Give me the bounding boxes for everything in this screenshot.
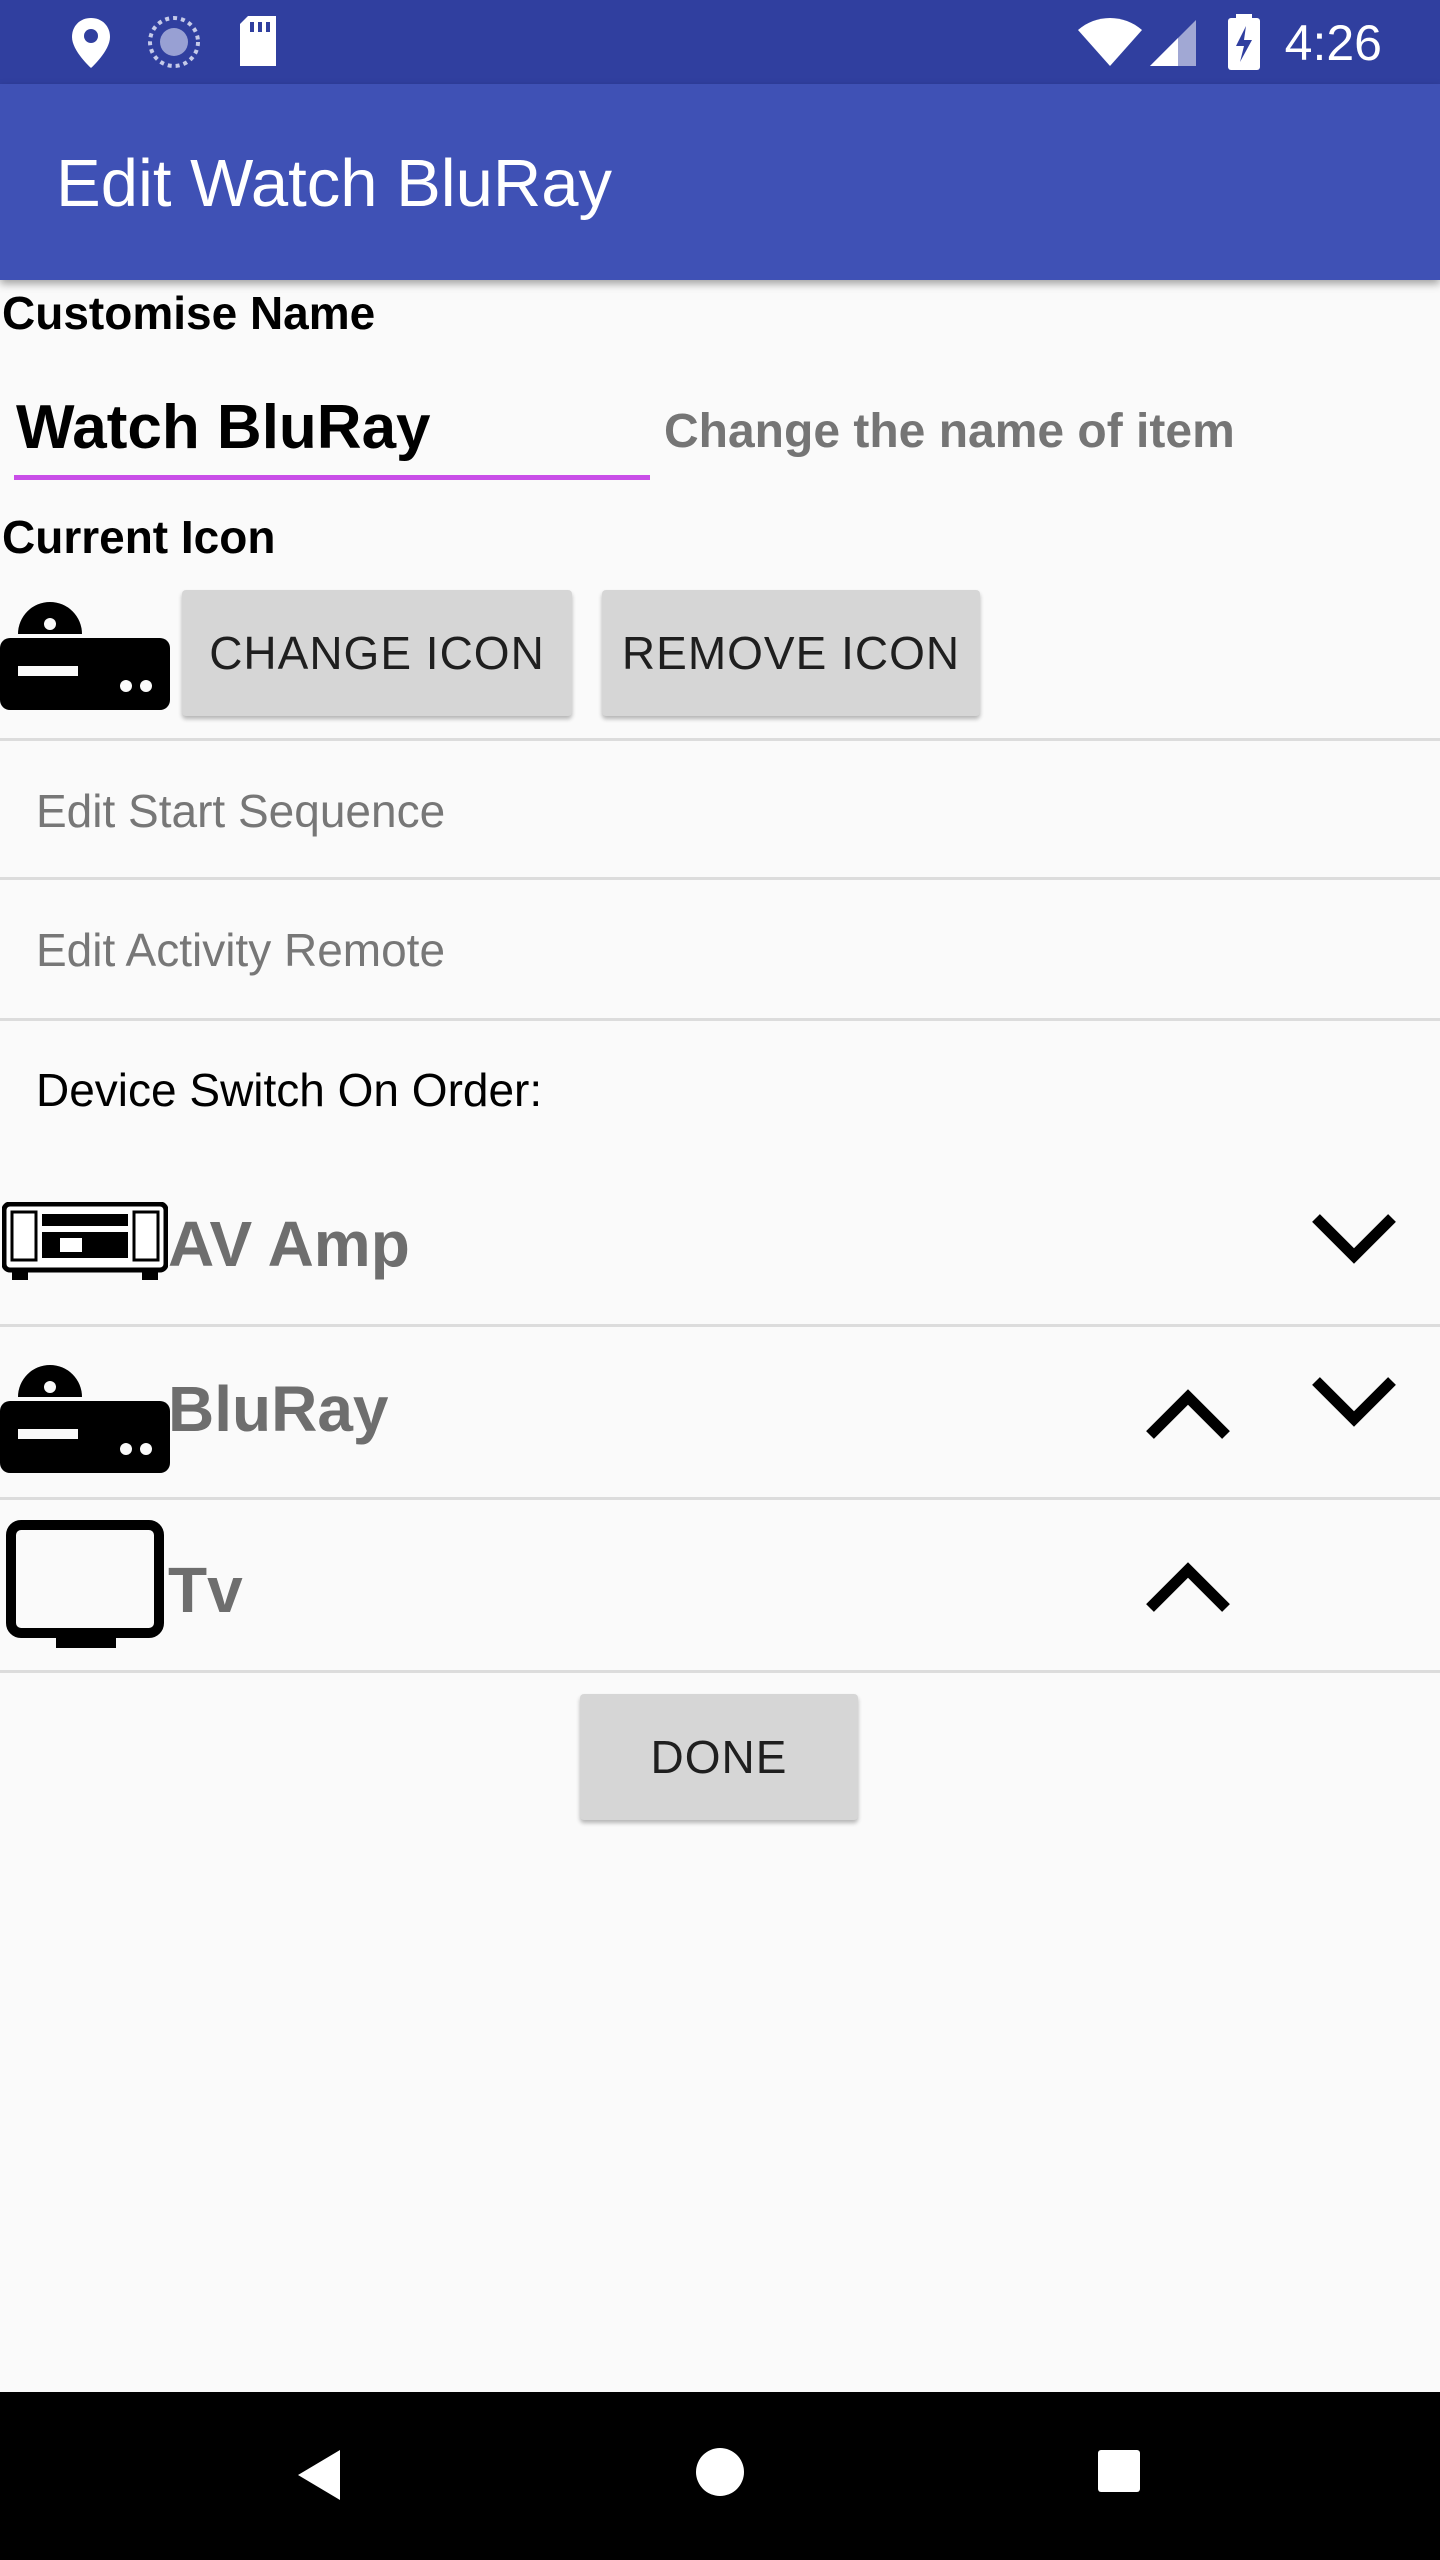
device-name: Tv	[168, 1554, 243, 1626]
bluray-player-icon	[0, 1357, 170, 1480]
device-name: AV Amp	[168, 1208, 410, 1280]
remove-icon-button[interactable]: REMOVE ICON	[602, 590, 980, 716]
customise-name-label: Customise Name	[2, 287, 376, 339]
divider	[0, 1018, 1440, 1021]
edit-start-sequence-row[interactable]: Edit Start Sequence	[0, 741, 1440, 877]
location-icon	[72, 18, 110, 68]
edit-activity-remote-row[interactable]: Edit Activity Remote	[0, 880, 1440, 1018]
sd-card-icon	[240, 16, 276, 66]
recents-icon[interactable]	[1096, 2448, 1142, 2494]
wifi-icon	[1078, 18, 1142, 66]
current-icon-label: Current Icon	[2, 511, 276, 563]
battery-charging-icon	[1228, 14, 1260, 70]
sync-icon	[148, 16, 200, 68]
back-icon[interactable]	[292, 2446, 344, 2504]
change-icon-button[interactable]: CHANGE ICON	[182, 590, 572, 716]
device-row-av-amp: AV Amp	[0, 1168, 1440, 1324]
move-up-chevron-icon[interactable]	[1140, 1379, 1236, 1449]
device-row-bluray: BluRay	[0, 1327, 1440, 1497]
item-name-input[interactable]	[14, 380, 650, 480]
divider	[0, 1670, 1440, 1673]
device-order-label: Device Switch On Order:	[36, 1064, 543, 1116]
app-bar: Edit Watch BluRay	[0, 84, 1440, 280]
name-hint-text: Change the name of item	[664, 405, 1235, 458]
bluray-player-icon	[0, 594, 170, 717]
page-title: Edit Watch BluRay	[56, 146, 613, 221]
done-button[interactable]: DONE	[580, 1694, 858, 1820]
tv-icon	[6, 1520, 166, 1657]
device-name: BluRay	[168, 1373, 389, 1445]
status-bar: 4:26	[0, 0, 1440, 84]
edit-activity-remote-label: Edit Activity Remote	[36, 924, 446, 976]
move-up-chevron-icon[interactable]	[1140, 1552, 1236, 1622]
move-down-chevron-icon[interactable]	[1306, 1367, 1402, 1437]
navigation-bar	[0, 2392, 1440, 2560]
move-down-chevron-icon[interactable]	[1306, 1204, 1402, 1274]
av-amplifier-icon	[1, 1201, 169, 1287]
device-row-tv: Tv	[0, 1500, 1440, 1670]
cell-signal-icon	[1150, 20, 1196, 66]
edit-start-sequence-label: Edit Start Sequence	[36, 785, 446, 837]
status-clock: 4:26	[1284, 15, 1382, 71]
home-icon[interactable]	[694, 2446, 746, 2498]
